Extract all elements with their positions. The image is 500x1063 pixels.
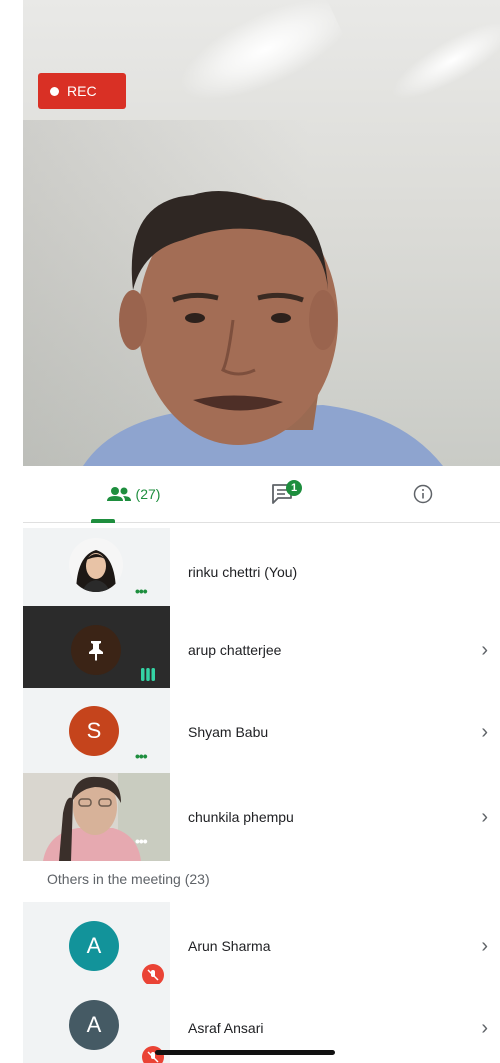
participant-row[interactable]: S ••• Shyam Babu › — [23, 688, 500, 776]
people-icon — [106, 487, 131, 501]
chevron-right-icon[interactable]: › — [481, 984, 488, 1063]
participant-tile: A — [23, 902, 170, 990]
participant-name: chunkila phempu — [188, 809, 294, 825]
chevron-right-icon[interactable]: › — [481, 902, 488, 990]
panel-tabs: (27) 1 — [23, 466, 500, 523]
muted-mic-icon — [142, 964, 164, 986]
participant-tile — [23, 606, 170, 694]
participant-tile: S ••• — [23, 688, 170, 776]
chat-unread-badge: 1 — [286, 480, 302, 496]
people-count: (27) — [135, 486, 161, 502]
recording-indicator: REC — [38, 73, 126, 109]
participant-row[interactable]: ••• chunkila phempu › — [23, 773, 500, 861]
avatar — [71, 625, 121, 675]
more-dots-icon: ••• — [135, 583, 148, 599]
chevron-right-icon[interactable]: › — [481, 688, 488, 776]
participant-row[interactable]: ••• rinku chettri (You) — [23, 528, 500, 616]
info-icon — [413, 484, 433, 504]
chevron-right-icon[interactable]: › — [481, 606, 488, 694]
participant-name: rinku chettri (You) — [188, 564, 298, 580]
avatar: S — [69, 706, 119, 756]
tab-chat[interactable]: 1 — [238, 466, 328, 522]
participant-tile: ••• — [23, 528, 170, 616]
avatar: A — [69, 1000, 119, 1050]
main-video-feed[interactable]: REC — [23, 0, 500, 466]
tab-info[interactable] — [393, 466, 453, 522]
rec-label: REC — [67, 83, 97, 99]
avatar: A — [69, 921, 119, 971]
tab-people[interactable]: (27) — [73, 466, 193, 522]
participant-name: Arun Sharma — [188, 938, 271, 954]
participant-row[interactable]: arup chatterjee › — [23, 606, 500, 694]
participant-name: Shyam Babu — [188, 724, 269, 740]
avatar — [69, 538, 123, 592]
more-dots-icon: ••• — [135, 748, 148, 764]
participant-name: arup chatterjee — [188, 642, 282, 658]
participant-video-thumbnail — [23, 773, 170, 861]
participant-tile: A — [23, 984, 170, 1063]
active-tab-indicator — [91, 519, 115, 523]
speaker-video-person — [83, 191, 443, 466]
audio-level-icon — [141, 668, 155, 681]
home-indicator[interactable] — [155, 1050, 335, 1055]
pin-icon — [89, 641, 103, 661]
others-section-label: Others in the meeting (23) — [47, 871, 210, 887]
participant-tile: ••• — [23, 773, 170, 861]
more-dots-icon: ••• — [135, 833, 148, 849]
participant-row[interactable]: A Arun Sharma › — [23, 902, 500, 990]
record-dot-icon — [50, 86, 59, 96]
meet-screen: REC (27) 1 ••• rinku chettri (You) arup … — [23, 0, 500, 1063]
chevron-right-icon[interactable]: › — [481, 773, 488, 861]
